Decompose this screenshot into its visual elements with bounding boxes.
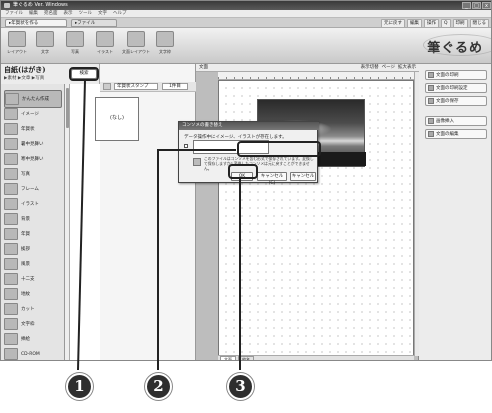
leader-line-1: [77, 79, 86, 371]
callout-number-2: 2: [145, 373, 172, 400]
callout-leader-lines: [77, 79, 241, 371]
leader-line-2: [157, 149, 236, 370]
callout-number-3: 3: [227, 373, 254, 400]
callout-number-1: 1: [66, 373, 93, 400]
